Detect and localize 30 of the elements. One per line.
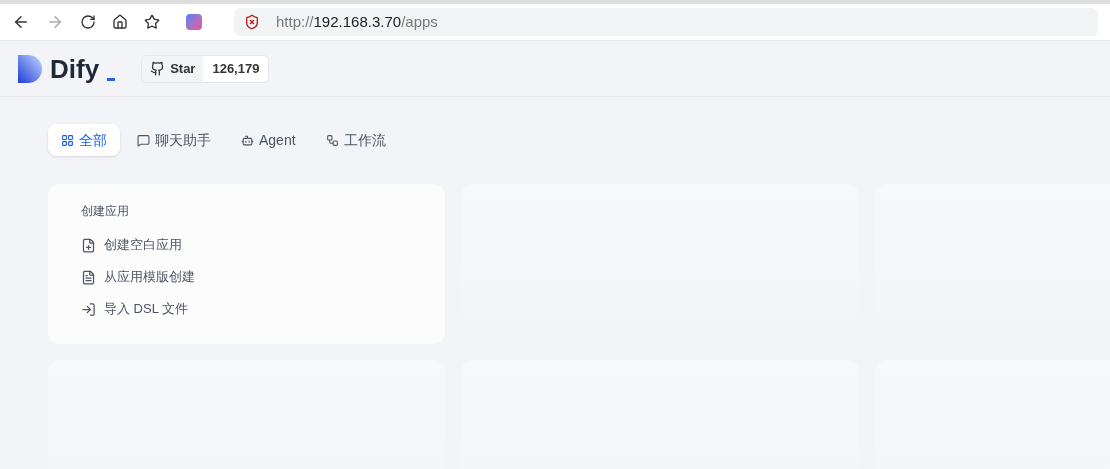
robot-icon xyxy=(241,133,254,147)
file-plus-icon xyxy=(81,237,96,253)
star-count: 126,179 xyxy=(203,55,269,82)
chat-bubble-icon xyxy=(137,133,150,147)
url-text: http://192.168.3.70/apps xyxy=(276,11,438,32)
card-title: 创建应用 xyxy=(81,203,130,220)
home-icon[interactable] xyxy=(112,14,128,30)
address-bar[interactable]: http://192.168.3.70/apps xyxy=(234,8,1098,36)
import-icon xyxy=(81,301,96,317)
document-icon xyxy=(81,269,96,285)
workflow-icon xyxy=(325,133,339,147)
category-tab[interactable]: 工作流 xyxy=(312,124,399,156)
logo-text: Dify xyxy=(50,54,100,83)
logo-cursor-icon xyxy=(107,77,116,81)
grid-icon xyxy=(61,133,74,147)
category-tab[interactable]: 聊天助手 xyxy=(124,124,224,156)
not-secure-icon xyxy=(244,14,260,30)
star-label: Star xyxy=(170,59,196,78)
reload-icon[interactable] xyxy=(80,14,96,30)
category-tab[interactable]: Agent xyxy=(228,124,309,156)
logo-icon xyxy=(18,54,42,83)
github-star-button[interactable]: Star 126,179 xyxy=(141,54,270,83)
create-option[interactable]: 创建空白应用 xyxy=(81,229,445,261)
back-icon[interactable] xyxy=(12,13,30,31)
favorites-icon[interactable] xyxy=(144,14,160,30)
github-icon xyxy=(150,61,166,76)
create-option[interactable]: 导入 DSL 文件 xyxy=(81,293,445,325)
ai-icon[interactable] xyxy=(186,14,202,30)
category-tab[interactable]: 全部 xyxy=(48,124,120,156)
create-option[interactable]: 从应用模版创建 xyxy=(81,261,445,293)
